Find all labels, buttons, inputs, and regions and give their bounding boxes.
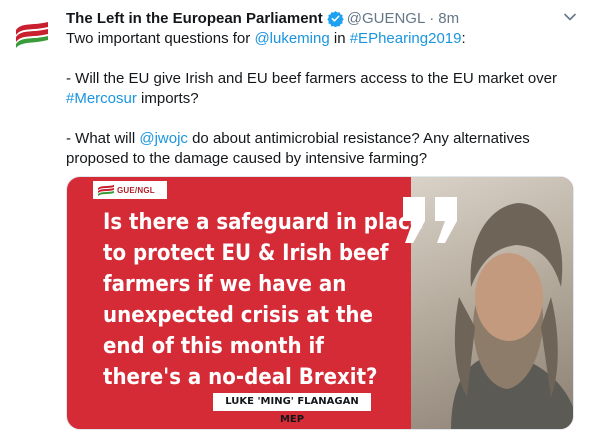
- quote-line: unexpected crisis at the: [103, 303, 373, 328]
- quote-line: there's a no-deal Brexit?: [103, 365, 378, 390]
- text-segment: imports?: [136, 90, 199, 107]
- logo-label: GUE/NGL: [117, 185, 155, 195]
- mention-link[interactable]: @jwojc: [139, 130, 188, 147]
- gue-ngl-logo-badge: GUE/NGL: [93, 181, 167, 199]
- quote-line: Is there a safeguard in place: [103, 210, 424, 235]
- hashtag-link[interactable]: #EPhearing2019: [350, 30, 462, 47]
- text-segment: :: [461, 30, 466, 47]
- quote-line: farmers if we have an: [103, 272, 347, 297]
- text-segment: - Will the EU give Irish and EU beef far…: [66, 70, 558, 87]
- media-card[interactable]: GUE/NGL Is there a safeguard in place to…: [66, 176, 574, 430]
- avatar[interactable]: [10, 10, 54, 54]
- display-name[interactable]: The Left in the European Parliament: [66, 10, 323, 27]
- gue-ngl-flag-icon: [16, 22, 48, 48]
- mention-link[interactable]: @lukeming: [254, 30, 329, 47]
- text-segment: in: [329, 30, 350, 47]
- handle[interactable]: @GUENGL: [347, 10, 426, 27]
- quote-line: to protect EU & Irish beef: [103, 241, 389, 266]
- text-segment: - What will: [66, 130, 140, 147]
- chevron-down-icon[interactable]: [563, 10, 577, 24]
- tweet-header: The Left in the European Parliament @GUE…: [66, 7, 565, 29]
- verified-badge-icon: [327, 10, 344, 27]
- tweet[interactable]: The Left in the European Parliament @GUE…: [0, 0, 595, 448]
- tweet-text: Two important questions for @lukeming in…: [66, 29, 576, 169]
- tweet-paragraph: - Will the EU give Irish and EU beef far…: [66, 69, 576, 109]
- speaker-name-plate: LUKE 'MING' FLANAGAN MEP: [213, 393, 371, 425]
- separator-dot: ·: [429, 9, 435, 27]
- hashtag-link[interactable]: #Mercosur: [66, 90, 137, 107]
- gue-ngl-flag-icon: [98, 185, 114, 196]
- tweet-paragraph: - What will @jwojc do about antimicrobia…: [66, 129, 576, 169]
- text-segment: Two important questions for: [66, 30, 255, 47]
- quote-line: end of this month if: [103, 334, 324, 359]
- quote-text: Is there a safeguard in place to protect…: [103, 207, 424, 393]
- tweet-paragraph: Two important questions for @lukeming in…: [66, 29, 576, 49]
- timestamp[interactable]: 8m: [438, 10, 459, 27]
